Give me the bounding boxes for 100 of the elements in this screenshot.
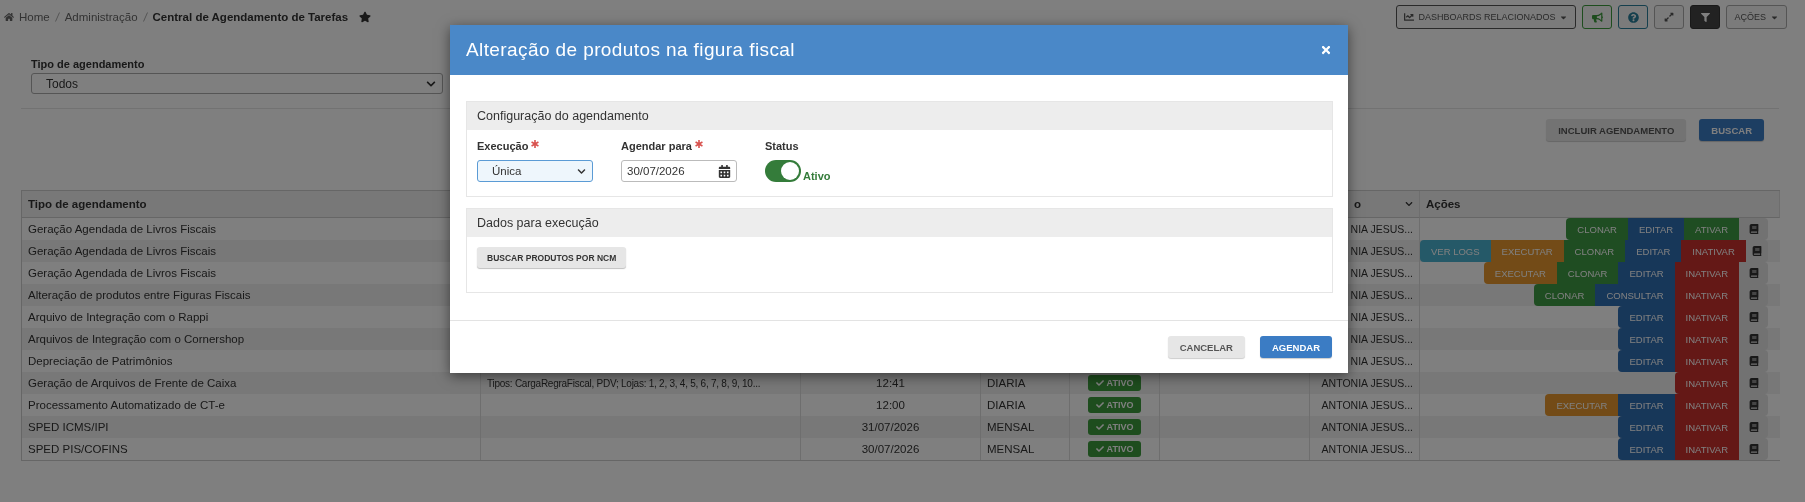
table-cell: Geração de Arquivos de Frente de Caixa [22, 372, 481, 394]
action-button[interactable]: INATIVAR [1681, 240, 1746, 262]
filter-icon [1701, 12, 1710, 22]
action-button[interactable]: EXECUTAR [1483, 262, 1557, 284]
action-button[interactable]: INATIVAR [1674, 262, 1739, 284]
action-button[interactable]: EDITAR [1618, 306, 1675, 328]
calendar-icon[interactable] [718, 164, 731, 178]
schedule-type-select[interactable]: Todos [31, 73, 443, 94]
expand-icon [1664, 12, 1675, 22]
table-cell: ANTONIA JESUS... [1321, 443, 1413, 455]
table-cell: NIA JESUS... [1350, 289, 1413, 301]
table-cell: SPED ICMS/IPI [22, 416, 481, 438]
action-button[interactable]: INATIVAR [1674, 306, 1739, 328]
action-button[interactable]: EDITAR [1625, 240, 1682, 262]
action-button[interactable]: EDITAR [1627, 218, 1685, 240]
table-cell: Tipos: CargaRegraFiscal, PDV; Lojas: 1, 2, 3, 4, 5, 6, 7, 8, 9, 10... [487, 377, 761, 389]
action-button[interactable]: INATIVAR [1674, 416, 1739, 438]
action-button[interactable]: CLONAR [1563, 240, 1626, 262]
action-button[interactable]: INATIVAR [1674, 350, 1739, 372]
check-icon [1095, 401, 1104, 409]
table-cell: NIA JESUS... [1350, 355, 1413, 367]
dashboards-button[interactable]: DASHBOARDS RELACIONADOS [1396, 5, 1577, 29]
status-badge: ATIVO [1087, 419, 1142, 435]
slash-icon [54, 12, 60, 22]
breadcrumb-link[interactable]: Home [19, 11, 50, 23]
table-cell: NIA JESUS... [1350, 333, 1413, 345]
field-label: Execução [477, 140, 529, 152]
table-cell: ANTONIA JESUS... [1321, 421, 1413, 433]
date-field[interactable]: 30/07/2026 [621, 160, 737, 182]
book-icon [1748, 378, 1759, 388]
action-button[interactable]: EDITAR [1618, 416, 1675, 438]
megaphone-button[interactable] [1582, 5, 1613, 29]
schedule-button[interactable]: AGENDAR [1259, 336, 1332, 358]
actions-menu-button[interactable]: AÇÕES [1726, 5, 1787, 29]
filter-button[interactable] [1690, 5, 1721, 29]
cancel-button[interactable]: CANCELAR [1167, 336, 1245, 358]
action-button[interactable]: CLONAR [1556, 262, 1619, 284]
action-button[interactable]: EDITAR [1618, 328, 1675, 350]
book-icon [1751, 246, 1762, 256]
action-button[interactable]: INATIVAR [1674, 394, 1739, 416]
status-badge: ATIVO [1087, 397, 1142, 413]
field-label: Agendar para [621, 140, 692, 152]
check-icon [1095, 423, 1104, 431]
action-button[interactable]: EXECUTAR [1545, 394, 1619, 416]
table-cell: NIA JESUS... [1350, 267, 1413, 279]
table-cell: 12:41 [876, 377, 905, 389]
table-cell: NIA JESUS... [1350, 311, 1413, 323]
action-button[interactable]: EDITAR [1618, 350, 1675, 372]
action-button[interactable]: EDITAR [1618, 438, 1675, 460]
book-icon [1748, 290, 1759, 300]
column-header: Ações [1420, 191, 1780, 218]
book-icon [1748, 400, 1759, 410]
action-button[interactable]: EDITAR [1618, 394, 1675, 416]
check-icon [1095, 445, 1104, 453]
table-cell: DIARIA [987, 399, 1026, 411]
filter-label: Tipo de agendamento [31, 58, 146, 70]
chevron-down-icon [577, 166, 586, 176]
table-cell: NIA JESUS... [1350, 223, 1413, 235]
book-icon [1748, 356, 1759, 366]
breadcrumb-link[interactable]: Administração [64, 11, 138, 23]
star-icon[interactable] [359, 11, 372, 23]
sort-icon[interactable] [1405, 200, 1413, 208]
book-icon [1748, 422, 1759, 432]
help-icon [1628, 11, 1639, 23]
table-cell: MENSAL [987, 421, 1035, 433]
search-button[interactable]: BUSCAR [1699, 119, 1764, 141]
book-icon [1748, 268, 1759, 278]
action-button[interactable]: VER LOGS [1420, 240, 1491, 262]
table-cell: 31/07/2026 [861, 421, 920, 433]
table-cell: 30/07/2026 [861, 443, 920, 455]
toggle-caption: Ativo [803, 170, 831, 182]
megaphone-icon [1592, 11, 1603, 23]
execution-select[interactable]: Única [477, 160, 593, 182]
table-cell: NIA JESUS... [1350, 245, 1413, 257]
book-icon [1748, 312, 1759, 322]
action-button[interactable]: EDITAR [1618, 262, 1675, 284]
close-icon [1320, 44, 1332, 56]
action-button[interactable]: ATIVAR [1684, 218, 1739, 240]
action-button[interactable]: INATIVAR [1674, 284, 1739, 306]
line-chart-icon [1404, 12, 1415, 22]
action-button[interactable]: CLONAR [1566, 218, 1628, 240]
book-icon [1748, 444, 1759, 454]
action-button[interactable]: CONSULTAR [1595, 284, 1675, 306]
add-button[interactable]: INCLUIR AGENDAMENTO [1546, 119, 1687, 141]
action-button[interactable]: CLONAR [1533, 284, 1596, 306]
book-button[interactable] [1739, 218, 1768, 240]
book-icon [1748, 224, 1759, 234]
table-cell: ANTONIA JESUS... [1321, 377, 1413, 389]
table-cell: 12:00 [876, 399, 905, 411]
status-toggle[interactable] [765, 160, 801, 182]
modal-title: Alteração de produtos na figura fiscal [466, 39, 795, 61]
status-badge: ATIVO [1087, 441, 1142, 457]
search-products-button[interactable]: BUSCAR PRODUTOS POR NCM [477, 247, 627, 268]
book-button[interactable] [1739, 438, 1768, 460]
help-button[interactable] [1618, 5, 1649, 29]
table-cell: MENSAL [987, 443, 1035, 455]
action-button[interactable]: EXECUTAR [1490, 240, 1564, 262]
action-button[interactable]: INATIVAR [1674, 438, 1739, 460]
action-button[interactable]: INATIVAR [1674, 372, 1739, 394]
action-button[interactable]: INATIVAR [1674, 328, 1739, 350]
